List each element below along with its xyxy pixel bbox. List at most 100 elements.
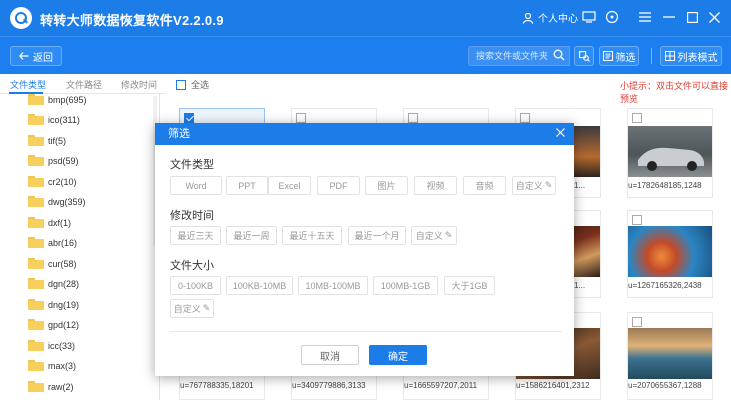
filter-chip-audio[interactable]: 音频	[463, 176, 506, 195]
sidebar-item[interactable]: dng(19)	[28, 299, 79, 310]
search-icon[interactable]	[553, 49, 567, 63]
select-all[interactable]: 全选	[176, 78, 209, 91]
file-checkbox[interactable]	[520, 113, 530, 123]
tab-modified-time[interactable]: 修改时间	[121, 78, 157, 91]
image-search-button[interactable]	[574, 46, 594, 66]
filter-chip-size-0-100kb[interactable]: 0-100KB	[170, 276, 221, 295]
folder-icon	[28, 278, 44, 289]
sidebar-tabs: 文件类型 文件路径 修改时间	[0, 74, 165, 94]
file-type-sidebar: bmp(695) ico(311) tif(5) psd(59) cr2(10)…	[0, 94, 160, 400]
file-caption: u=3409779886,3133	[292, 381, 366, 390]
back-button[interactable]: 返回	[10, 46, 62, 66]
file-caption: 1...	[574, 181, 586, 190]
back-arrow-icon	[19, 52, 29, 60]
file-card[interactable]: u=1782648185,1248	[627, 108, 713, 198]
list-mode-button[interactable]: 列表模式	[660, 46, 722, 66]
sidebar-item[interactable]: psd(59)	[28, 155, 79, 166]
tab-file-type[interactable]: 文件类型	[10, 78, 46, 91]
select-all-checkbox[interactable]	[176, 79, 186, 90]
file-card[interactable]: u=1267165326,2438	[627, 210, 713, 298]
filter-chip-custom-time[interactable]: 自定义 ✎	[411, 226, 457, 245]
filter-chip-custom-type[interactable]: 自定义 ✎	[512, 176, 556, 195]
folder-icon	[28, 319, 44, 330]
filter-chip-custom-size[interactable]: 自定义 ✎	[170, 299, 214, 318]
app-title: 转转大师数据恢复软件V2.2.0.9	[40, 13, 224, 28]
folder-icon	[28, 258, 44, 269]
image-search-icon	[578, 50, 590, 62]
user-icon	[522, 12, 534, 24]
sidebar-item[interactable]: dgn(28)	[28, 278, 79, 289]
list-mode-icon	[664, 51, 675, 61]
folder-icon	[28, 340, 44, 351]
file-checkbox[interactable]	[184, 113, 194, 123]
user-center-label: 个人中心	[538, 14, 578, 25]
filter-chip-image[interactable]: 图片	[365, 176, 408, 195]
minimize-icon[interactable]	[661, 9, 677, 25]
maximize-icon[interactable]	[684, 9, 700, 25]
toolbar: 返回 搜索文件或文件夹 筛选 列表模式	[0, 36, 731, 74]
file-checkbox[interactable]	[632, 215, 642, 225]
filter-chip-1-week[interactable]: 最近一周	[226, 226, 277, 245]
menu-icon[interactable]	[637, 9, 653, 25]
image-thumbnail	[628, 328, 712, 379]
chip-label: 自定义	[173, 304, 201, 314]
sidebar-item[interactable]: cur(58)	[28, 258, 77, 269]
folder-icon	[28, 381, 44, 392]
sidebar-item[interactable]: max(3)	[28, 360, 76, 371]
filter-dialog: 筛选 文件类型 Word PPT Excel PDF 图片 视频 音频 自定义 ✎…	[155, 123, 574, 376]
file-size-label: 文件大小	[170, 260, 214, 272]
filter-chip-size-100mb-1gb[interactable]: 100MB-1GB	[373, 276, 438, 295]
folder-icon	[28, 299, 44, 310]
sidebar-item[interactable]: dwg(359)	[28, 196, 86, 207]
sidebar-item[interactable]: abr(16)	[28, 237, 77, 248]
filter-button[interactable]: 筛选	[599, 46, 639, 66]
support-icon[interactable]	[604, 9, 620, 25]
file-checkbox[interactable]	[408, 113, 418, 123]
sidebar-item-label: abr(16)	[48, 237, 78, 248]
file-caption: 1...	[574, 281, 586, 290]
cancel-button[interactable]: 取消	[301, 345, 359, 365]
folder-icon	[28, 217, 44, 228]
sidebar-item-label: psd(59)	[48, 155, 79, 166]
sidebar-item[interactable]: cr2(10)	[28, 176, 77, 187]
filter-chip-ppt[interactable]: PPT	[226, 176, 268, 195]
sidebar-item-label: tif(5)	[48, 135, 66, 146]
confirm-button[interactable]: 确定	[369, 345, 427, 365]
filter-chip-video[interactable]: 视频	[414, 176, 457, 195]
sidebar-item-label: cr2(10)	[48, 176, 77, 187]
folder-icon	[28, 155, 44, 166]
back-label: 返回	[33, 52, 53, 64]
file-card[interactable]: u=2070655367,1288	[627, 312, 713, 400]
monitor-icon[interactable]	[581, 9, 597, 25]
sidebar-item-label: cur(58)	[48, 258, 77, 269]
sidebar-item-label: raw(2)	[48, 381, 74, 392]
filter-chip-3-days[interactable]: 最近三天	[170, 226, 221, 245]
file-checkbox[interactable]	[632, 113, 642, 123]
select-all-label: 全选	[191, 80, 210, 90]
filter-chip-size-10mb-100mb[interactable]: 10MB-100MB	[298, 276, 368, 295]
filter-chip-word[interactable]: Word	[170, 176, 222, 195]
filter-chip-1-month[interactable]: 最近一个月	[348, 226, 406, 245]
filter-chip-excel[interactable]: Excel	[268, 176, 311, 195]
filter-chip-size-100kb-10mb[interactable]: 100KB-10MB	[226, 276, 293, 295]
tab-file-path[interactable]: 文件路径	[66, 78, 102, 91]
sidebar-item[interactable]: raw(2)	[28, 381, 74, 392]
sidebar-item[interactable]: ico(311)	[28, 114, 80, 125]
sidebar-item[interactable]: dxf(1)	[28, 217, 71, 228]
sidebar-item[interactable]: bmp(695)	[28, 94, 87, 105]
user-center-button[interactable]: 个人中心	[522, 10, 578, 25]
file-checkbox[interactable]	[296, 113, 306, 123]
filter-chip-15-days[interactable]: 最近十五天	[282, 226, 342, 245]
close-icon[interactable]	[554, 127, 566, 139]
sidebar-item[interactable]: tif(5)	[28, 135, 66, 146]
filter-chip-size-over-1gb[interactable]: 大于1GB	[444, 276, 495, 295]
sidebar-item[interactable]: gpd(12)	[28, 319, 79, 330]
file-checkbox[interactable]	[632, 317, 642, 327]
close-window-icon[interactable]	[706, 9, 722, 25]
file-caption: u=1586216401,2312	[516, 381, 590, 390]
folder-icon	[28, 237, 44, 248]
file-caption: u=767788335,18201	[180, 381, 254, 390]
sidebar-item-label: bmp(695)	[48, 94, 87, 105]
sidebar-item[interactable]: icc(33)	[28, 340, 75, 351]
filter-chip-pdf[interactable]: PDF	[317, 176, 360, 195]
